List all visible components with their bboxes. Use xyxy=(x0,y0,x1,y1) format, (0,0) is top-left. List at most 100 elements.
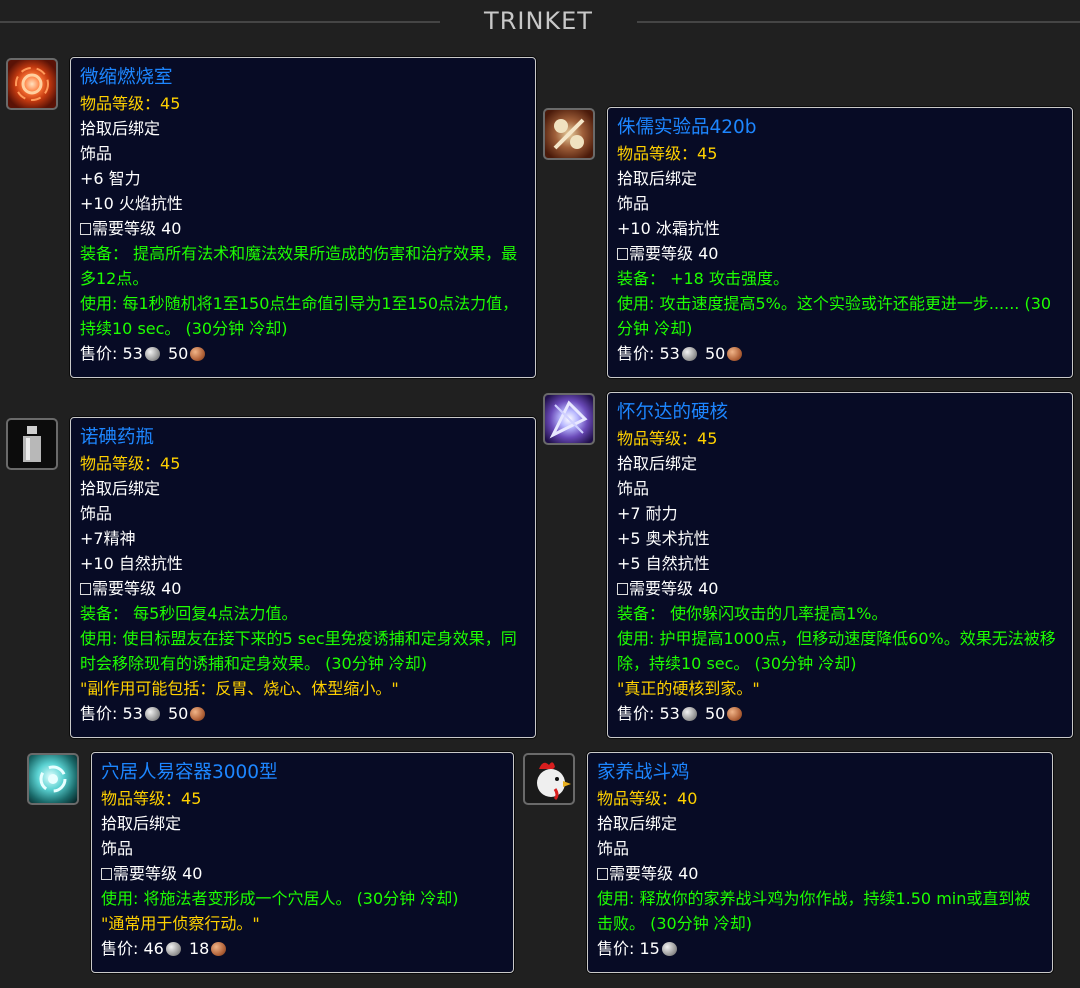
sell-label: 售价: xyxy=(617,344,660,363)
silver-coin-icon xyxy=(681,347,697,361)
bind-text: 拾取后绑定 xyxy=(80,479,161,498)
item-level-value: 45 xyxy=(697,429,718,448)
copper-coin-icon xyxy=(727,707,743,721)
use-effect: 使用: 释放你的家养战斗鸡为你作战，持续1.50 min或直到被击败。 (30分… xyxy=(597,889,1031,933)
stat-line: +5 奥术抗性 xyxy=(617,529,710,548)
chicken-icon[interactable] xyxy=(523,753,575,805)
item-tooltip: 怀尔达的硬核 物品等级：45 拾取后绑定 饰品 +7 耐力 +5 奥术抗性 +5… xyxy=(607,392,1073,738)
section-header: TRINKET xyxy=(0,0,1080,46)
checkbox-icon xyxy=(101,868,112,880)
fire-vortex-icon[interactable] xyxy=(6,58,58,110)
sell-price: 售价: 15 xyxy=(597,936,1043,961)
required-level-text: 需要等级 40 xyxy=(629,244,719,263)
silver-coin-icon xyxy=(661,942,677,956)
copper-amount: 50 xyxy=(704,704,726,723)
item-level-label: 物品等级： xyxy=(617,144,698,163)
bind-text: 拾取后绑定 xyxy=(80,119,161,138)
sell-label: 售价: xyxy=(80,704,123,723)
slot-text: 饰品 xyxy=(617,479,650,498)
silver-coin-icon xyxy=(165,942,181,956)
copper-coin-icon xyxy=(727,347,743,361)
silver-amount: 53 xyxy=(122,344,143,363)
copper-coin-icon xyxy=(211,942,227,956)
stat-line: +10 火焰抗性 xyxy=(80,194,183,213)
item-name[interactable]: 怀尔达的硬核 xyxy=(617,400,1063,426)
stat-line: +7 耐力 xyxy=(617,504,678,523)
copper-coin-icon xyxy=(190,347,206,361)
item-level: 物品等级：45 xyxy=(80,451,526,476)
vial-icon[interactable] xyxy=(6,418,58,470)
item-level-value: 45 xyxy=(160,94,181,113)
copper-amount: 50 xyxy=(167,344,189,363)
sell-price: 售价: 53 50 xyxy=(80,701,526,726)
item-name[interactable]: 家养战斗鸡 xyxy=(597,760,1043,786)
sell-label: 售价: xyxy=(597,939,640,958)
required-level: 需要等级 40 xyxy=(80,576,526,601)
bind-text: 拾取后绑定 xyxy=(101,814,182,833)
item-tooltip: 诺碘药瓶 物品等级：45 拾取后绑定 饰品 +7精神 +10 自然抗性 需要等级… xyxy=(70,417,536,738)
required-level: 需要等级 40 xyxy=(101,861,504,886)
item-tooltip: 侏儒实验品420b 物品等级：45 拾取后绑定 饰品 +10 冰霜抗性 需要等级… xyxy=(607,107,1073,378)
item-name[interactable]: 微缩燃烧室 xyxy=(80,65,526,91)
use-effect: 使用: 使目标盟友在接下来的5 sec里免疫诱捕和定身效果，同时会移除现有的诱捕… xyxy=(80,629,517,673)
header-divider-left xyxy=(0,21,440,23)
required-level-text: 需要等级 40 xyxy=(92,579,182,598)
flavor-text: "通常用于侦察行动。" xyxy=(101,914,260,933)
sell-price: 售价: 53 50 xyxy=(617,341,1063,366)
required-level-text: 需要等级 40 xyxy=(113,864,203,883)
slot-text: 饰品 xyxy=(101,839,134,858)
sell-label: 售价: xyxy=(101,939,144,958)
required-level: 需要等级 40 xyxy=(597,861,1043,886)
slot-text: 饰品 xyxy=(80,144,113,163)
silver-amount: 53 xyxy=(659,344,680,363)
item-level: 物品等级：40 xyxy=(597,786,1043,811)
item-level-label: 物品等级： xyxy=(617,429,698,448)
checkbox-icon xyxy=(617,583,628,595)
item-level-value: 45 xyxy=(181,789,202,808)
use-effect: 使用: 将施法者变形成一个穴居人。 (30分钟 冷却) xyxy=(101,889,459,908)
use-effect: 使用: 攻击速度提高5%。这个实验或许还能更进一步...... (30分钟 冷却… xyxy=(617,294,1052,338)
silver-amount: 53 xyxy=(659,704,680,723)
item-level-value: 45 xyxy=(160,454,181,473)
checkbox-icon xyxy=(80,223,91,235)
stat-line: +6 智力 xyxy=(80,169,141,188)
crystal-core-icon[interactable] xyxy=(543,393,595,445)
item-level-value: 40 xyxy=(677,789,698,808)
stat-line: +7精神 xyxy=(80,529,136,548)
use-effect: 使用: 护甲提高1000点，但移动速度降低60%。效果无法被移除，持续10 se… xyxy=(617,629,1056,673)
item-tooltip: 穴居人易容器3000型 物品等级：45 拾取后绑定 饰品 需要等级 40 使用:… xyxy=(91,752,514,973)
item-level: 物品等级：45 xyxy=(617,141,1063,166)
stat-line: +10 冰霜抗性 xyxy=(617,219,720,238)
silver-amount: 15 xyxy=(639,939,660,958)
section-title: TRINKET xyxy=(484,7,593,35)
flavor-text: "真正的硬核到家。" xyxy=(617,679,760,698)
item-tooltip: 家养战斗鸡 物品等级：40 拾取后绑定 饰品 需要等级 40 使用: 释放你的家… xyxy=(587,752,1053,973)
copper-coin-icon xyxy=(190,707,206,721)
item-name[interactable]: 侏儒实验品420b xyxy=(617,115,1063,141)
item-level-value: 45 xyxy=(697,144,718,163)
required-level: 需要等级 40 xyxy=(80,216,526,241)
flavor-text: "副作用可能包括：反胃、烧心、体型缩小。" xyxy=(80,679,399,698)
item-name[interactable]: 诺碘药瓶 xyxy=(80,425,526,451)
silver-coin-icon xyxy=(144,707,160,721)
bind-text: 拾取后绑定 xyxy=(617,169,698,188)
item-level-label: 物品等级： xyxy=(597,789,678,808)
item-name[interactable]: 穴居人易容器3000型 xyxy=(101,760,504,786)
equip-effect: 装备： 提高所有法术和魔法效果所造成的伤害和治疗效果，最多12点。 xyxy=(80,244,518,288)
frost-swirl-icon[interactable] xyxy=(27,753,79,805)
required-level: 需要等级 40 xyxy=(617,241,1063,266)
use-effect: 使用: 每1秒随机将1至150点生命值引导为1至150点法力值，持续10 sec… xyxy=(80,294,519,338)
sell-label: 售价: xyxy=(617,704,660,723)
slot-text: 饰品 xyxy=(597,839,630,858)
sell-price: 售价: 53 50 xyxy=(617,701,1063,726)
item-level-label: 物品等级： xyxy=(80,454,161,473)
bind-text: 拾取后绑定 xyxy=(597,814,678,833)
checkbox-icon xyxy=(80,583,91,595)
checkbox-icon xyxy=(617,248,628,260)
slot-text: 饰品 xyxy=(80,504,113,523)
item-level: 物品等级：45 xyxy=(617,426,1063,451)
gnomish-device-icon[interactable] xyxy=(543,108,595,160)
checkbox-icon xyxy=(597,868,608,880)
stat-line: +10 自然抗性 xyxy=(80,554,183,573)
required-level-text: 需要等级 40 xyxy=(609,864,699,883)
